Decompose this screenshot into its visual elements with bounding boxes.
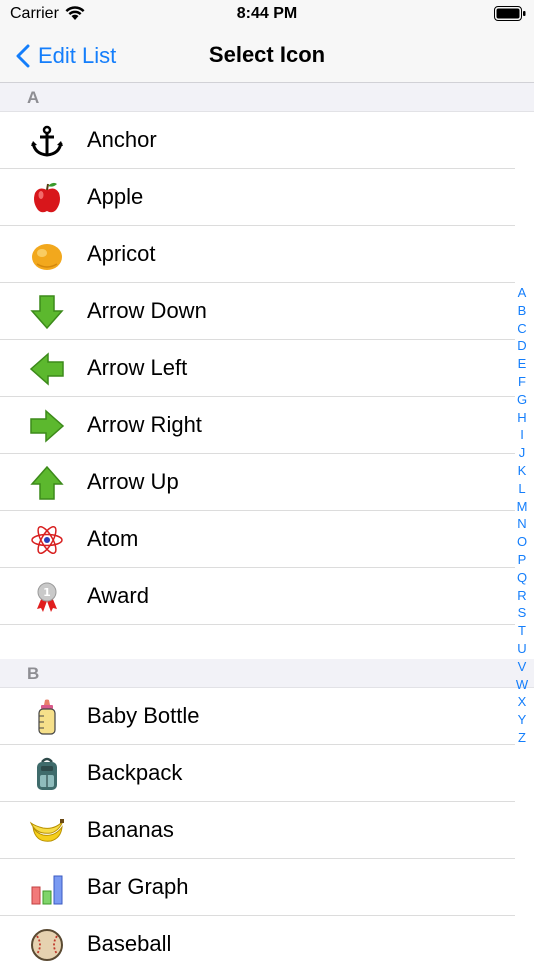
item-label: Arrow Right [87, 412, 202, 437]
item-label: Atom [87, 526, 139, 551]
item-label: Baseball [87, 931, 172, 956]
arrow-right-icon [30, 409, 65, 443]
arrow-down-icon [30, 295, 64, 330]
bananas-icon [29, 819, 64, 842]
index-letter-c[interactable]: C [514, 320, 530, 338]
item-label: Arrow Left [87, 355, 188, 380]
apple-icon [34, 182, 60, 213]
index-letter-f[interactable]: F [514, 373, 530, 391]
list-item-bar-graph[interactable]: Bar Graph [0, 859, 515, 916]
index-letter-p[interactable]: P [514, 551, 530, 569]
list-item-anchor[interactable]: Anchor [0, 112, 515, 169]
arrow-up-icon [30, 465, 64, 500]
page-title: Select Icon [208, 42, 326, 67]
index-letter-e[interactable]: E [514, 355, 530, 373]
index-letter-z[interactable]: Z [514, 729, 530, 747]
battery-icon [494, 6, 526, 26]
section-spacer [0, 625, 534, 659]
index-letter-k[interactable]: K [514, 462, 530, 480]
index-letter-d[interactable]: D [514, 337, 530, 355]
svg-text:1: 1 [43, 586, 51, 599]
index-letter-i[interactable]: I [514, 426, 530, 444]
item-label: Arrow Up [87, 469, 179, 494]
item-label: Apple [87, 184, 144, 209]
section-index[interactable]: ABCDEFGHIJKLMNOPQRSTUVWXYZ [514, 284, 530, 747]
anchor-icon [31, 125, 63, 157]
item-label: Backpack [87, 760, 183, 785]
index-letter-v[interactable]: V [514, 658, 530, 676]
list-item-apricot[interactable]: Apricot [0, 226, 515, 283]
index-letter-w[interactable]: W [514, 676, 530, 694]
section-header-a: A [0, 83, 534, 112]
clock: 8:44 PM [236, 5, 298, 22]
index-letter-g[interactable]: G [514, 391, 530, 409]
backpack-icon [37, 757, 57, 790]
index-letter-n[interactable]: N [514, 515, 530, 533]
list-item-award[interactable]: 1 Award [0, 568, 515, 625]
index-letter-u[interactable]: U [514, 640, 530, 658]
navigation-bar: Edit List Select Icon [0, 30, 534, 83]
index-letter-h[interactable]: H [514, 409, 530, 427]
list-item-backpack[interactable]: Backpack [0, 745, 515, 802]
section-letter: B [27, 664, 40, 683]
item-label: Bananas [87, 817, 174, 842]
index-letter-y[interactable]: Y [514, 711, 530, 729]
list-item-apple[interactable]: Apple [0, 169, 515, 226]
baseball-icon [31, 929, 63, 961]
index-letter-l[interactable]: L [514, 480, 530, 498]
list-item-arrow-down[interactable]: Arrow Down [0, 283, 515, 340]
section-header-b: B [0, 659, 534, 688]
arrow-left-icon [29, 352, 64, 386]
index-letter-m[interactable]: M [514, 498, 530, 516]
item-label: Arrow Down [87, 298, 207, 323]
icon-list: A Anchor Apple Apricot Arrow Down Arrow … [0, 83, 534, 972]
index-letter-t[interactable]: T [514, 622, 530, 640]
index-letter-a[interactable]: A [514, 284, 530, 302]
list-item-bananas[interactable]: Bananas [0, 802, 515, 859]
atom-icon [31, 525, 63, 555]
item-label: Anchor [87, 127, 157, 152]
bar-graph-icon [31, 875, 63, 905]
index-letter-r[interactable]: R [514, 587, 530, 605]
item-label: Award [87, 583, 149, 608]
index-letter-b[interactable]: B [514, 302, 530, 320]
list-item-arrow-left[interactable]: Arrow Left [0, 340, 515, 397]
list-item-atom[interactable]: Atom [0, 511, 515, 568]
index-letter-q[interactable]: Q [514, 569, 530, 587]
apricot-icon [32, 244, 62, 270]
item-label: Apricot [87, 241, 156, 266]
award-icon: 1 [37, 582, 57, 612]
index-letter-x[interactable]: X [514, 693, 530, 711]
index-letter-j[interactable]: J [514, 444, 530, 462]
status-bar: Carrier 8:44 PM [0, 0, 534, 30]
item-label: Bar Graph [87, 874, 189, 899]
list-item-baby-bottle[interactable]: Baby Bottle [0, 688, 515, 745]
list-item-baseball[interactable]: Baseball [0, 916, 515, 972]
baby-bottle-icon [38, 699, 56, 735]
item-label: Baby Bottle [87, 703, 200, 728]
index-letter-o[interactable]: O [514, 533, 530, 551]
section-letter: A [27, 88, 40, 107]
index-letter-s[interactable]: S [514, 604, 530, 622]
list-item-arrow-up[interactable]: Arrow Up [0, 454, 515, 511]
list-item-arrow-right[interactable]: Arrow Right [0, 397, 515, 454]
